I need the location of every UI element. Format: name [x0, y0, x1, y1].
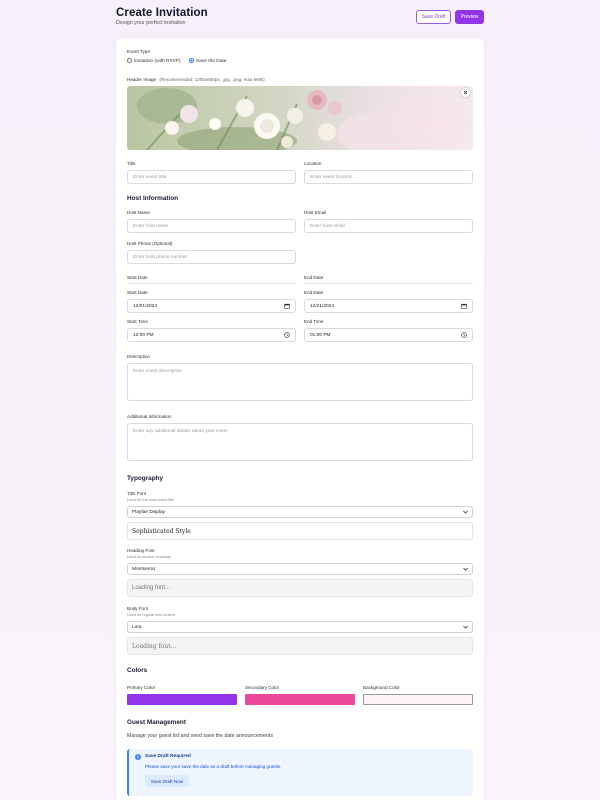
host-phone-label: Host Phone (Optional): [127, 241, 173, 246]
heading-font-preview: Loading font...: [127, 579, 473, 597]
chevron-down-icon: [463, 567, 468, 571]
additional-info-textarea[interactable]: Enter any additional details about your …: [127, 423, 473, 461]
host-section-title: Host Information: [127, 195, 179, 202]
save-draft-button[interactable]: Save Draft: [416, 10, 451, 24]
secondary-color-label: Secondary Color: [245, 685, 280, 690]
calendar-icon[interactable]: [461, 303, 467, 309]
heading-font-label: Heading Font: [127, 548, 155, 553]
end-date-input[interactable]: 12/21/2024: [304, 299, 473, 313]
secondary-color-swatch[interactable]: [245, 694, 355, 705]
start-time-label: Start Time: [127, 319, 148, 324]
event-type-radio-save-the-date[interactable]: Save the Date: [189, 57, 226, 64]
save-draft-now-button[interactable]: Save Draft Now: [145, 775, 189, 787]
description-label: Description: [127, 354, 150, 359]
body-font-preview: Loading font...: [127, 637, 473, 655]
event-type-radio-invitation[interactable]: Invitation (with RSVP): [127, 57, 181, 64]
info-icon: [135, 754, 141, 760]
radio-button-selected[interactable]: [189, 57, 194, 63]
typography-section-title: Typography: [127, 475, 164, 482]
clock-icon[interactable]: [461, 332, 467, 338]
background-color-label: Background Color: [363, 685, 400, 690]
location-label: Location: [304, 161, 322, 166]
background-color-swatch[interactable]: [363, 694, 473, 705]
notice-title: Save Draft Required: [145, 754, 191, 759]
end-time-label: End Time: [304, 319, 324, 324]
title-font-select[interactable]: Playfair Display: [127, 506, 473, 518]
body-font-help: Used for regular text content: [127, 613, 175, 617]
title-font-label: Title Font: [127, 491, 146, 496]
end-date-heading: End Date: [304, 275, 324, 280]
title-font-preview: Sophisticated Style: [127, 522, 473, 540]
start-date-label: Start Date: [127, 290, 148, 295]
page-header: Create Invitation Design your perfect in…: [116, 7, 484, 37]
chevron-down-icon: [463, 625, 468, 629]
invitation-form-card: Event Type: Invitation (with RSVP) Save …: [116, 38, 484, 800]
body-font-select[interactable]: Lora: [127, 621, 473, 633]
primary-color-label: Primary Color: [127, 685, 156, 690]
body-font-label: Body Font: [127, 606, 148, 611]
end-date-label: End Date: [304, 290, 324, 295]
start-time-input[interactable]: 12:00 PM: [127, 328, 296, 342]
colors-section-title: Colors: [127, 667, 148, 674]
divider: [127, 283, 296, 284]
start-date-input[interactable]: 12/01/2024: [127, 299, 296, 313]
radio-button[interactable]: [127, 57, 132, 63]
additional-info-label: Additional Information: [127, 414, 172, 419]
start-date-heading: Start Date: [127, 275, 148, 280]
location-input[interactable]: Enter event location: [304, 170, 473, 184]
host-email-label: Host Email: [304, 210, 327, 215]
calendar-icon[interactable]: [284, 303, 290, 309]
host-email-input[interactable]: Enter host email: [304, 219, 473, 233]
title-font-help: Used for the main event title: [127, 498, 175, 502]
heading-font-help: Used for section headings: [127, 555, 171, 559]
end-time-input[interactable]: 01:00 PM: [304, 328, 473, 342]
primary-color-swatch[interactable]: [127, 694, 237, 705]
save-draft-notice: Save Draft Required Please save your sav…: [127, 749, 473, 796]
chevron-down-icon: [463, 510, 468, 514]
divider: [304, 283, 473, 284]
guest-section-title: Guest Management: [127, 719, 186, 726]
event-type-label: Event Type:: [127, 49, 152, 54]
clock-icon[interactable]: [284, 332, 290, 338]
notice-text: Please save your save the date as a draf…: [145, 764, 282, 769]
flowers-photo: [127, 86, 473, 150]
host-name-label: Host Name: [127, 210, 150, 215]
header-image[interactable]: [127, 86, 473, 150]
description-textarea[interactable]: Enter event description: [127, 363, 473, 401]
header-image-label: Header Image (Recommended: 1200x600px, .…: [127, 77, 265, 82]
heading-font-select[interactable]: Montserrat: [127, 563, 473, 575]
host-name-input[interactable]: Enter host name: [127, 219, 296, 233]
remove-image-button[interactable]: [461, 88, 470, 97]
preview-button[interactable]: Preview: [455, 10, 484, 24]
guest-section-description: Manage your guest list and send save the…: [127, 733, 273, 739]
page-title: Create Invitation: [116, 7, 208, 19]
close-icon[interactable]: [463, 90, 468, 95]
title-input[interactable]: Enter event title: [127, 170, 296, 184]
page-subtitle: Design your perfect invitation: [116, 20, 186, 26]
host-phone-input[interactable]: Enter host phone number: [127, 250, 296, 264]
title-label: Title: [127, 161, 136, 166]
